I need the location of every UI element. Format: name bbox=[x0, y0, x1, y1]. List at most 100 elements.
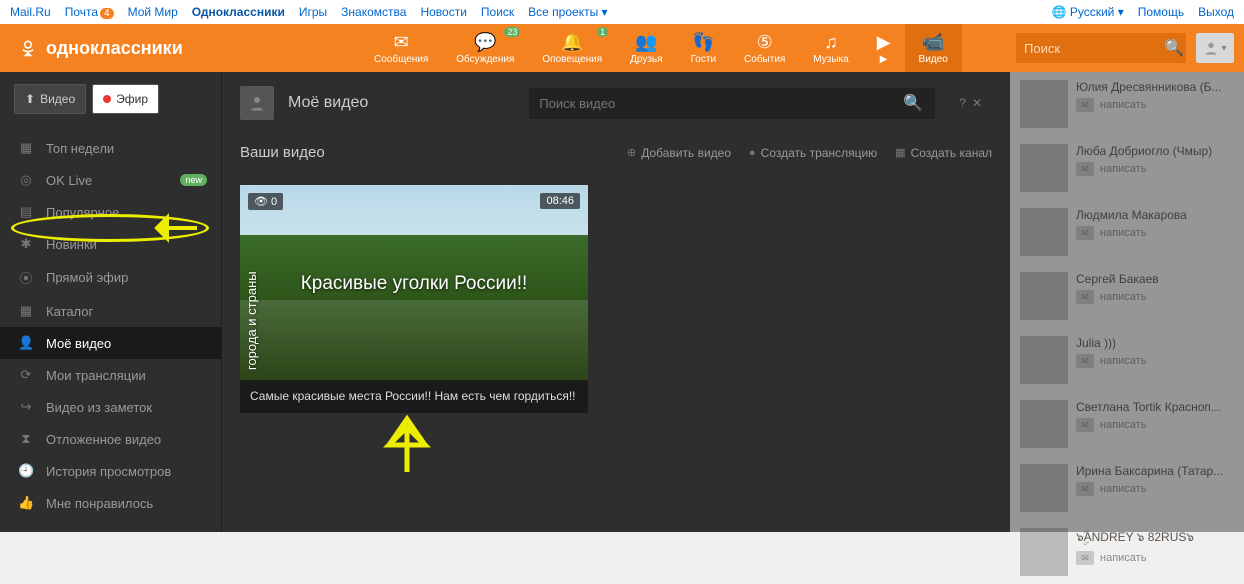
nav-события[interactable]: ⑤События bbox=[730, 24, 799, 72]
profile-avatar-button[interactable]: ▾ bbox=[1196, 33, 1234, 63]
friend-avatar[interactable] bbox=[1020, 528, 1068, 576]
ok-logo[interactable]: одноклассники bbox=[0, 38, 360, 59]
nav-друзья[interactable]: 👥Друзья bbox=[616, 24, 676, 72]
video-search-input[interactable] bbox=[529, 88, 899, 119]
friend-name[interactable]: ๖ۣۜANDREY ๖ 82RUS๖ bbox=[1076, 528, 1234, 547]
menu-icon: ⟳ bbox=[18, 367, 34, 383]
topbar-moimir[interactable]: Мой Мир bbox=[128, 5, 178, 19]
sidebar-item-новинки[interactable]: ✱Новинки bbox=[0, 228, 221, 260]
nav-▶[interactable]: ▶▶ bbox=[863, 24, 905, 72]
nav-музыка[interactable]: ♫Музыка bbox=[799, 24, 862, 72]
nav-видео[interactable]: 📹Видео bbox=[905, 24, 962, 72]
nav-сообщения[interactable]: ✉Сообщения bbox=[360, 24, 442, 72]
friend-name[interactable]: Люба Добриогло (Чмыр) bbox=[1076, 144, 1234, 158]
friend-avatar[interactable] bbox=[1020, 144, 1068, 192]
envelope-icon: ✉ bbox=[1076, 290, 1094, 304]
nav-оповещения[interactable]: 🔔Оповещения1 bbox=[528, 24, 616, 72]
help-button[interactable]: ? bbox=[959, 96, 966, 110]
video-thumbnail[interactable]: 👁0 08:46 города и страны Красивые уголки… bbox=[240, 185, 588, 380]
topbar-help[interactable]: Помощь bbox=[1138, 5, 1184, 19]
envelope-icon: ✉ bbox=[1076, 98, 1094, 112]
sidebar-item-моё-видео[interactable]: 👤Моё видео bbox=[0, 327, 221, 359]
envelope-icon: ✉ bbox=[1076, 226, 1094, 240]
topbar-dating[interactable]: Знакомства bbox=[341, 5, 406, 19]
topbar-exit[interactable]: Выход bbox=[1198, 5, 1234, 19]
video-caption: Самые красивые места России!! Нам есть ч… bbox=[240, 380, 588, 413]
action-icon: ▦ bbox=[895, 146, 905, 159]
action-добавить-видео[interactable]: ⊕Добавить видео bbox=[627, 146, 731, 160]
sidebar-item-популярное[interactable]: ▤ Популярное bbox=[0, 196, 221, 228]
menu-label: OK Live bbox=[46, 173, 92, 188]
friend-item: Люба Добриогло (Чмыр) ✉ написать bbox=[1010, 136, 1244, 200]
topbar-mail[interactable]: Почта4 bbox=[65, 5, 114, 19]
nav-label: Видео bbox=[919, 54, 948, 65]
friend-write-button[interactable]: ✉ написать bbox=[1076, 551, 1234, 565]
nav-обсуждения[interactable]: 💬Обсуждения23 bbox=[442, 24, 528, 72]
friend-name[interactable]: Людмила Макарова bbox=[1076, 208, 1234, 222]
user-avatar[interactable] bbox=[240, 86, 274, 120]
video-card[interactable]: 👁0 08:46 города и страны Красивые уголки… bbox=[240, 185, 588, 413]
sidebar-item-прямой-эфир[interactable]: ⦿Прямой эфир bbox=[0, 260, 221, 295]
nav-icon: ✉ bbox=[394, 32, 409, 54]
topbar-mailru[interactable]: Mail.Ru bbox=[10, 5, 51, 19]
topbar-ok[interactable]: Одноклассники bbox=[192, 5, 285, 19]
sidebar-item-история-просмотров[interactable]: 🕘История просмотров bbox=[0, 455, 221, 487]
friend-write-button[interactable]: ✉ написать bbox=[1076, 354, 1234, 368]
friend-avatar[interactable] bbox=[1020, 80, 1068, 128]
friend-write-button[interactable]: ✉ написать bbox=[1076, 226, 1234, 240]
search-icon[interactable]: 🔍 bbox=[1164, 38, 1184, 58]
header-search-input[interactable] bbox=[1024, 41, 1164, 56]
friend-name[interactable]: Ирина Баксарина (Татар... bbox=[1076, 464, 1234, 478]
menu-icon: ⦿ bbox=[18, 268, 34, 287]
nav-гости[interactable]: 👣Гости bbox=[677, 24, 730, 72]
upload-video-button[interactable]: ⬆Видео bbox=[14, 84, 86, 114]
search-icon[interactable]: 🔍 bbox=[899, 93, 927, 113]
friend-item: ๖ۣۜANDREY ๖ 82RUS๖ ✉ написать bbox=[1010, 520, 1244, 584]
sidebar-item-мои-трансляции[interactable]: ⟳Мои трансляции bbox=[0, 359, 221, 391]
topbar-news[interactable]: Новости bbox=[420, 5, 466, 19]
friend-name[interactable]: Юлия Дресвянникова (Б... bbox=[1076, 80, 1234, 94]
start-live-button[interactable]: Эфир bbox=[92, 84, 159, 114]
friend-avatar[interactable] bbox=[1020, 208, 1068, 256]
friend-avatar[interactable] bbox=[1020, 400, 1068, 448]
friend-avatar[interactable] bbox=[1020, 336, 1068, 384]
friend-name[interactable]: Сергей Бакаев bbox=[1076, 272, 1234, 286]
upload-icon: ⬆ bbox=[25, 92, 35, 106]
nav-icon: 👥 bbox=[635, 32, 657, 54]
sidebar-item-мне-понравилось[interactable]: 👍Мне понравилось bbox=[0, 487, 221, 519]
sidebar-item-топ-недели[interactable]: ▦Топ недели bbox=[0, 132, 221, 164]
topbar-allprojects[interactable]: Все проекты ▾ bbox=[528, 5, 607, 19]
topbar-language[interactable]: 🌐 Русский ▾ bbox=[1052, 5, 1124, 19]
duration-badge: 08:46 bbox=[540, 193, 580, 209]
menu-label: История просмотров bbox=[46, 464, 171, 479]
topbar-games[interactable]: Игры bbox=[299, 5, 327, 19]
close-button[interactable]: ✕ bbox=[972, 96, 982, 110]
friend-write-button[interactable]: ✉ написать bbox=[1076, 98, 1234, 112]
sidebar-item-отложенное-видео[interactable]: ⧗Отложенное видео bbox=[0, 423, 221, 455]
page-title: Моё видео bbox=[288, 94, 368, 112]
header-search[interactable]: 🔍 bbox=[1016, 33, 1186, 63]
sidebar-item-ok-live[interactable]: ◎OK Livenew bbox=[0, 164, 221, 196]
friend-item: Julia ))) ✉ написать bbox=[1010, 328, 1244, 392]
friend-write-button[interactable]: ✉ написать bbox=[1076, 482, 1234, 496]
friend-name[interactable]: Julia ))) bbox=[1076, 336, 1234, 350]
menu-icon: ▤ bbox=[18, 204, 34, 220]
envelope-icon: ✉ bbox=[1076, 482, 1094, 496]
menu-icon: ◎ bbox=[18, 172, 34, 188]
topbar-search[interactable]: Поиск bbox=[481, 5, 514, 19]
action-создать-канал[interactable]: ▦Создать канал bbox=[895, 146, 992, 160]
sidebar-item-каталог[interactable]: ▦Каталог bbox=[0, 295, 221, 327]
friend-write-button[interactable]: ✉ написать bbox=[1076, 162, 1234, 176]
menu-label: Отложенное видео bbox=[46, 432, 161, 447]
sidebar-item-видео-из-заметок[interactable]: ↪Видео из заметок bbox=[0, 391, 221, 423]
menu-icon: 👤 bbox=[18, 335, 34, 351]
friend-write-button[interactable]: ✉ написать bbox=[1076, 290, 1234, 304]
friend-avatar[interactable] bbox=[1020, 464, 1068, 512]
friend-avatar[interactable] bbox=[1020, 272, 1068, 320]
action-создать-трансляцию[interactable]: ●Создать трансляцию bbox=[749, 146, 877, 160]
menu-label: Популярное bbox=[46, 205, 119, 220]
menu-label: Мне понравилось bbox=[46, 496, 153, 511]
friend-name[interactable]: Светлана Tortik Красноп... bbox=[1076, 400, 1234, 414]
friend-write-button[interactable]: ✉ написать bbox=[1076, 418, 1234, 432]
video-content: Моё видео 🔍 ? ✕ Ваши видео ⊕Добавить вид… bbox=[222, 72, 1010, 532]
